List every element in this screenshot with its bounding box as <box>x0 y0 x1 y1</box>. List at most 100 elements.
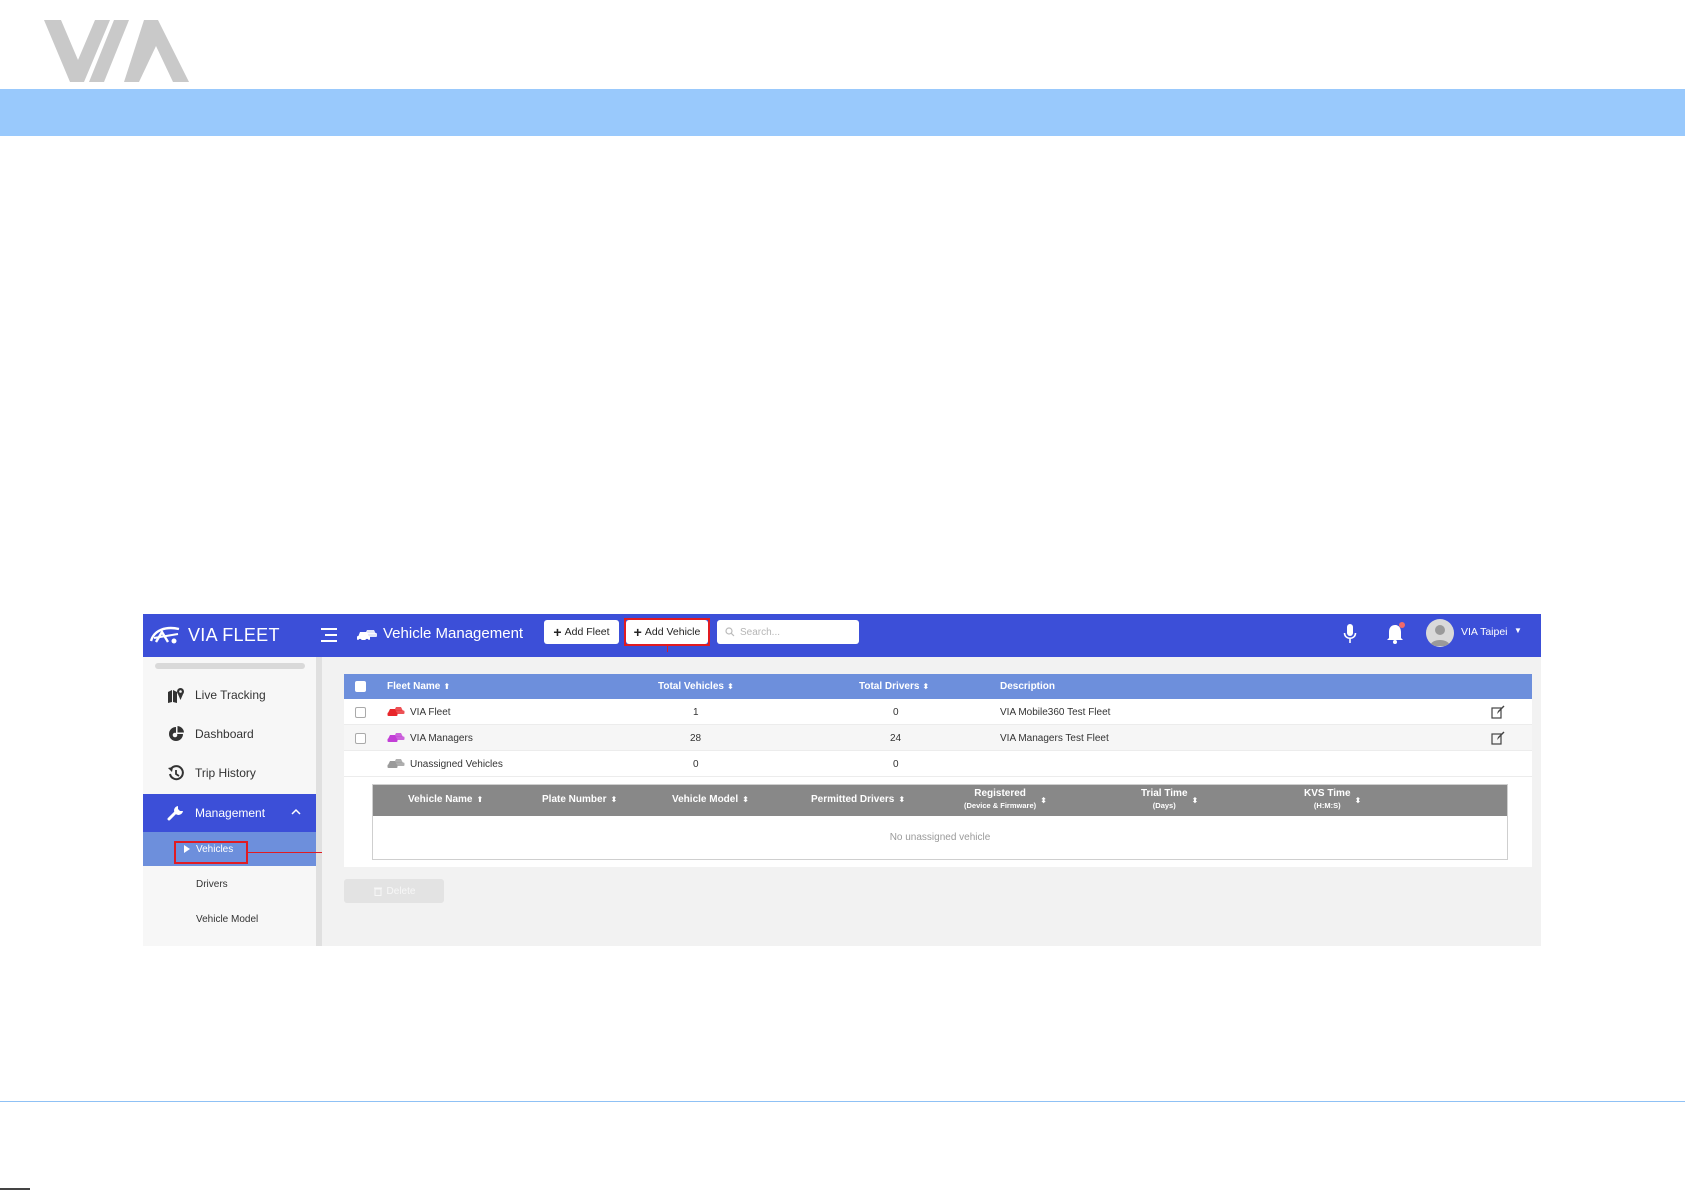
column-header-total-drivers[interactable]: Total Drivers ⬍ <box>859 681 929 692</box>
column-header-trial-time[interactable]: Trial Time (Days) ⬍ <box>1141 788 1198 812</box>
sidebar-subitem-drivers[interactable]: Drivers <box>143 867 316 901</box>
row-checkbox[interactable] <box>355 733 366 744</box>
search-icon <box>725 627 735 637</box>
total-vehicles: 0 <box>693 759 699 770</box>
sidebar-subitem-label: Vehicle Model <box>196 913 259 925</box>
microphone-icon[interactable] <box>1343 623 1357 645</box>
sort-icon: ⬍ <box>726 682 734 691</box>
wrench-icon <box>167 806 183 821</box>
unassigned-vehicle-table: Vehicle Name ⬆ Plate Number ⬍ Vehicle Mo… <box>372 784 1508 860</box>
total-drivers: 0 <box>893 707 899 718</box>
total-vehicles: 28 <box>690 733 702 744</box>
column-header-vehicle-name[interactable]: Vehicle Name ⬆ <box>408 794 483 805</box>
column-header-permitted-drivers[interactable]: Permitted Drivers ⬍ <box>811 794 905 805</box>
sort-icon: ⬍ <box>1191 795 1199 805</box>
top-bar: VIA FLEET Vehicle Management + Add Fleet <box>143 614 1541 657</box>
sort-icon: ⬍ <box>922 682 930 691</box>
fleet-description: VIA Managers Test Fleet <box>1000 733 1109 744</box>
chevron-up-icon[interactable] <box>290 806 302 818</box>
table-row[interactable]: VIA Managers 28 24 VIA Managers Test Fle… <box>344 725 1532 751</box>
via-logo <box>44 20 189 82</box>
history-icon <box>168 765 184 781</box>
total-vehicles: 1 <box>693 707 699 718</box>
plus-icon: + <box>553 624 562 640</box>
sidebar-subitem-label: Drivers <box>196 878 228 890</box>
footer-marks <box>0 1188 30 1190</box>
fleet-name: VIA Managers <box>410 733 473 744</box>
edit-icon[interactable] <box>1491 705 1505 719</box>
page-title: Vehicle Management <box>383 625 524 642</box>
caret-down-icon[interactable]: ▼ <box>1514 626 1522 635</box>
sidebar-item-management[interactable]: Management <box>143 794 316 832</box>
footer-line <box>0 1101 1685 1102</box>
delete-label: Delete <box>386 885 416 897</box>
column-header-kvs-time[interactable]: KVS Time (H:M:S) ⬍ <box>1304 788 1361 812</box>
add-vehicle-callout-line <box>667 646 668 652</box>
sidebar-item-label: Management <box>195 806 266 820</box>
search-box[interactable] <box>717 620 859 644</box>
map-marker-icon <box>168 688 184 703</box>
user-avatar-icon <box>1430 625 1450 646</box>
trash-icon <box>373 887 382 896</box>
fleet-logo-icon <box>149 626 180 644</box>
sidebar: Live Tracking Dashboard Trip History Man… <box>143 657 316 946</box>
sort-up-icon: ⬆ <box>443 682 451 691</box>
add-fleet-label: Add Fleet <box>564 626 610 638</box>
fleet-name: Unassigned Vehicles <box>410 759 503 770</box>
user-name[interactable]: VIA Taipei <box>1461 626 1508 638</box>
avatar[interactable] <box>1426 619 1454 647</box>
car-icon <box>357 630 377 643</box>
fleet-table-header: Fleet Name ⬆ Total Vehicles ⬍ Total Driv… <box>344 674 1532 699</box>
sidebar-item-dashboard[interactable]: Dashboard <box>143 715 316 753</box>
bell-icon[interactable] <box>1385 621 1407 645</box>
vehicles-callout-line <box>248 852 333 853</box>
vehicle-table-header: Vehicle Name ⬆ Plate Number ⬍ Vehicle Mo… <box>373 785 1507 816</box>
brand-name: VIA FLEET <box>188 624 280 645</box>
column-header-description: Description <box>1000 681 1056 692</box>
total-drivers: 0 <box>893 759 899 770</box>
sidebar-item-label: Dashboard <box>195 727 254 741</box>
main-content: Fleet Name ⬆ Total Vehicles ⬍ Total Driv… <box>322 657 1541 946</box>
sort-icon: ⬍ <box>742 795 749 804</box>
header-band <box>0 89 1685 136</box>
fleet-panel: Fleet Name ⬆ Total Vehicles ⬍ Total Driv… <box>344 674 1532 867</box>
edit-icon[interactable] <box>1491 731 1505 745</box>
brand[interactable]: VIA FLEET <box>148 620 280 650</box>
fleet-name: VIA Fleet <box>410 707 451 718</box>
sidebar-item-live-tracking[interactable]: Live Tracking <box>143 676 316 714</box>
table-row[interactable]: Unassigned Vehicles 0 0 <box>344 751 1532 777</box>
total-drivers: 24 <box>890 733 902 744</box>
sidebar-item-label: Trip History <box>195 766 256 780</box>
document-page: VIA FLEET Vehicle Management + Add Fleet <box>0 0 1685 1192</box>
fleet-description: VIA Mobile360 Test Fleet <box>1000 707 1111 718</box>
sort-icon: ⬍ <box>898 795 906 804</box>
sort-icon: ⬍ <box>1354 795 1362 805</box>
row-checkbox[interactable] <box>355 707 366 718</box>
sidebar-item-label: Live Tracking <box>195 688 266 702</box>
delete-button[interactable]: Delete <box>344 879 444 903</box>
add-fleet-button[interactable]: + Add Fleet <box>544 620 619 644</box>
sidebar-item-trip-history[interactable]: Trip History <box>143 754 316 792</box>
column-header-fleet-name[interactable]: Fleet Name ⬆ <box>387 681 450 692</box>
column-header-registered[interactable]: Registered (Device & Firmware) ⬍ <box>964 788 1047 812</box>
pie-chart-icon <box>169 726 184 741</box>
table-row[interactable]: VIA Fleet 1 0 VIA Mobile360 Test Fleet <box>344 699 1532 725</box>
sidebar-scrollbar[interactable] <box>155 663 305 669</box>
sort-icon: ⬍ <box>610 795 618 804</box>
add-vehicle-highlight <box>624 618 710 646</box>
column-header-plate-number[interactable]: Plate Number ⬍ <box>542 794 617 805</box>
fleet-car-icon <box>387 759 405 768</box>
vehicles-highlight <box>174 841 248 864</box>
fleet-car-icon <box>387 707 405 716</box>
fleet-car-icon <box>387 733 405 742</box>
sidebar-subitem-vehicle-model[interactable]: Vehicle Model <box>143 902 316 936</box>
empty-message: No unassigned vehicle <box>889 832 991 843</box>
column-header-vehicle-model[interactable]: Vehicle Model ⬍ <box>672 794 749 805</box>
sort-up-icon: ⬆ <box>476 795 484 804</box>
select-all-checkbox[interactable] <box>355 681 366 692</box>
search-input[interactable] <box>740 626 850 638</box>
sort-icon: ⬍ <box>1040 795 1047 805</box>
column-header-total-vehicles[interactable]: Total Vehicles ⬍ <box>658 681 734 692</box>
hamburger-menu-icon[interactable] <box>319 624 341 646</box>
app-window: VIA FLEET Vehicle Management + Add Fleet <box>143 614 1541 946</box>
